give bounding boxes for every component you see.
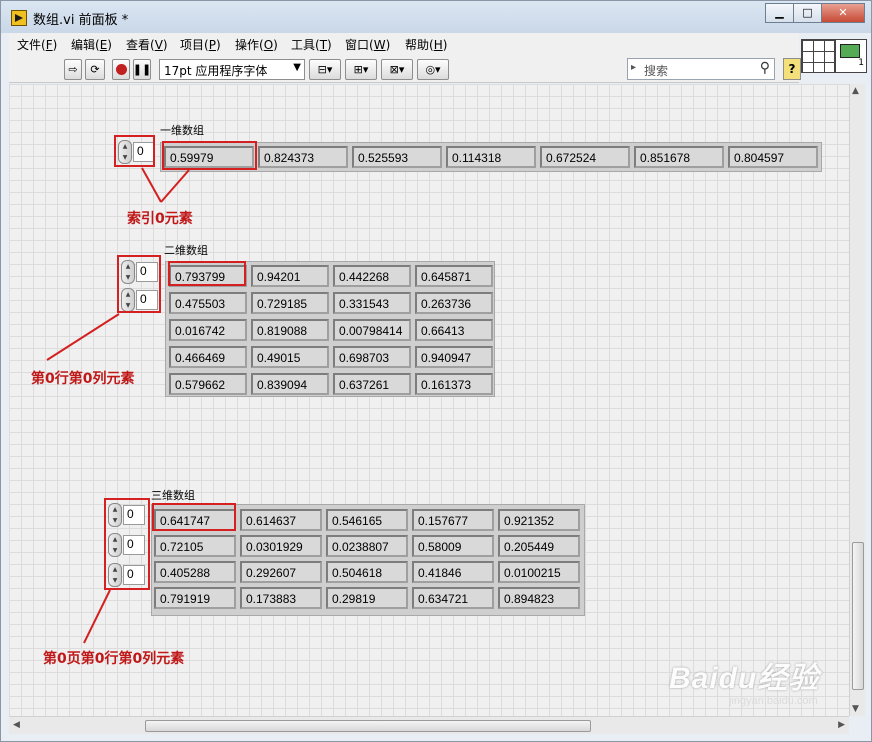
pause-button[interactable]: ❚❚	[133, 59, 151, 80]
align-icon: ⊟▾	[317, 63, 333, 76]
resize-objects-button[interactable]: ⊠▾	[381, 59, 413, 80]
annotation-lines	[46, 167, 190, 644]
front-panel-canvas[interactable]: 一维数组 ▲ ▼ 0 0.59979 0.824373 0.525593 0.11…	[9, 84, 849, 716]
run-button[interactable]: ⇨	[64, 59, 82, 80]
scroll-left-arrow-icon[interactable]: ◀	[13, 720, 20, 730]
pause-icon: ❚❚	[132, 63, 152, 76]
horizontal-scrollbar[interactable]: ◀ ▶	[9, 716, 849, 734]
maximize-button[interactable]: □	[793, 3, 822, 23]
vertical-scrollbar[interactable]: ▲ ▼	[849, 84, 865, 716]
annotation-page0-row0-col0-element: 第0页第0行第0列元素	[43, 651, 185, 667]
window-title: 数组.vi 前面板 *	[33, 13, 129, 28]
menu-file[interactable]: 文件(F)	[17, 36, 57, 53]
run-arrow-icon: ⇨	[68, 63, 78, 76]
close-button[interactable]: ✕	[821, 3, 865, 23]
menu-help[interactable]: 帮助(H)	[405, 36, 447, 53]
menu-bar: 文件(F) 编辑(E) 查看(V) 项目(P) 操作(O) 工具(T) 窗口(W…	[9, 33, 799, 54]
menu-project[interactable]: 项目(P)	[180, 36, 221, 53]
menu-view[interactable]: 查看(V)	[126, 36, 168, 53]
abort-button[interactable]	[112, 59, 130, 80]
menu-operate[interactable]: 操作(O)	[235, 36, 278, 53]
toolbar: ⇨ ⟳ ❚❚ 17pt 应用程序字体 ▼ ⊟▾ ⊞▾ ⊠▾ ◎▾ ▸ 搜索 ⚲ ?	[9, 54, 801, 83]
font-selector[interactable]: 17pt 应用程序字体 ▼	[159, 59, 305, 80]
minimize-icon: ▁	[775, 6, 784, 19]
pointer-line	[46, 313, 120, 361]
run-continuously-button[interactable]: ⟳	[85, 59, 105, 80]
title-bar[interactable]: 数组.vi 前面板 * ▁ □ ✕	[1, 1, 871, 33]
distribute-objects-button[interactable]: ⊞▾	[345, 59, 377, 80]
vi-front-panel-window: 数组.vi 前面板 * ▁ □ ✕ 文件(F) 编辑(E) 查看(V) 项目(P…	[0, 0, 872, 742]
pointer-line	[83, 589, 111, 644]
scroll-down-arrow-icon[interactable]: ▼	[852, 704, 859, 714]
distribute-icon: ⊞▾	[353, 63, 369, 76]
connector-pane[interactable]	[801, 39, 835, 73]
menu-window[interactable]: 窗口(W)	[345, 36, 390, 53]
reorder-icon: ◎▾	[425, 63, 441, 76]
pointer-line	[141, 167, 162, 203]
labview-app-icon	[11, 10, 27, 26]
annotation-row0-col0-element: 第0行第0列元素	[31, 371, 135, 387]
menu-edit[interactable]: 编辑(E)	[71, 36, 112, 53]
window-controls: ▁ □ ✕	[765, 3, 865, 23]
resize-icon: ⊠▾	[389, 63, 405, 76]
watermark-brand: Baidu经验	[669, 662, 820, 695]
reorder-button[interactable]: ◎▾	[417, 59, 449, 80]
minimize-button[interactable]: ▁	[765, 3, 794, 23]
search-input[interactable]: ▸ 搜索 ⚲	[627, 58, 775, 80]
scroll-right-arrow-icon[interactable]: ▶	[838, 720, 845, 730]
vi-icon[interactable]: 1	[835, 39, 867, 73]
vi-icon-number: 1	[858, 58, 864, 68]
search-caret-icon: ▸	[631, 62, 637, 73]
vertical-scroll-thumb[interactable]	[852, 542, 864, 690]
annotation-index-0-element: 索引0元素	[127, 211, 193, 227]
menu-tools[interactable]: 工具(T)	[291, 36, 332, 53]
stop-icon	[115, 64, 127, 75]
scroll-up-arrow-icon[interactable]: ▲	[852, 86, 859, 96]
close-icon: ✕	[838, 6, 848, 19]
horizontal-scroll-thumb[interactable]	[145, 720, 591, 732]
dropdown-arrow-icon: ▼	[293, 62, 301, 73]
search-icon[interactable]: ⚲	[760, 60, 770, 76]
pointer-line	[160, 169, 190, 203]
context-help-button[interactable]: ?	[783, 58, 801, 80]
run-continuously-icon: ⟳	[90, 63, 100, 76]
maximize-icon: □	[802, 6, 813, 19]
align-objects-button[interactable]: ⊟▾	[309, 59, 341, 80]
baidu-jingyan-watermark: Baidu经验 jingyan.baidu.com	[669, 653, 819, 707]
